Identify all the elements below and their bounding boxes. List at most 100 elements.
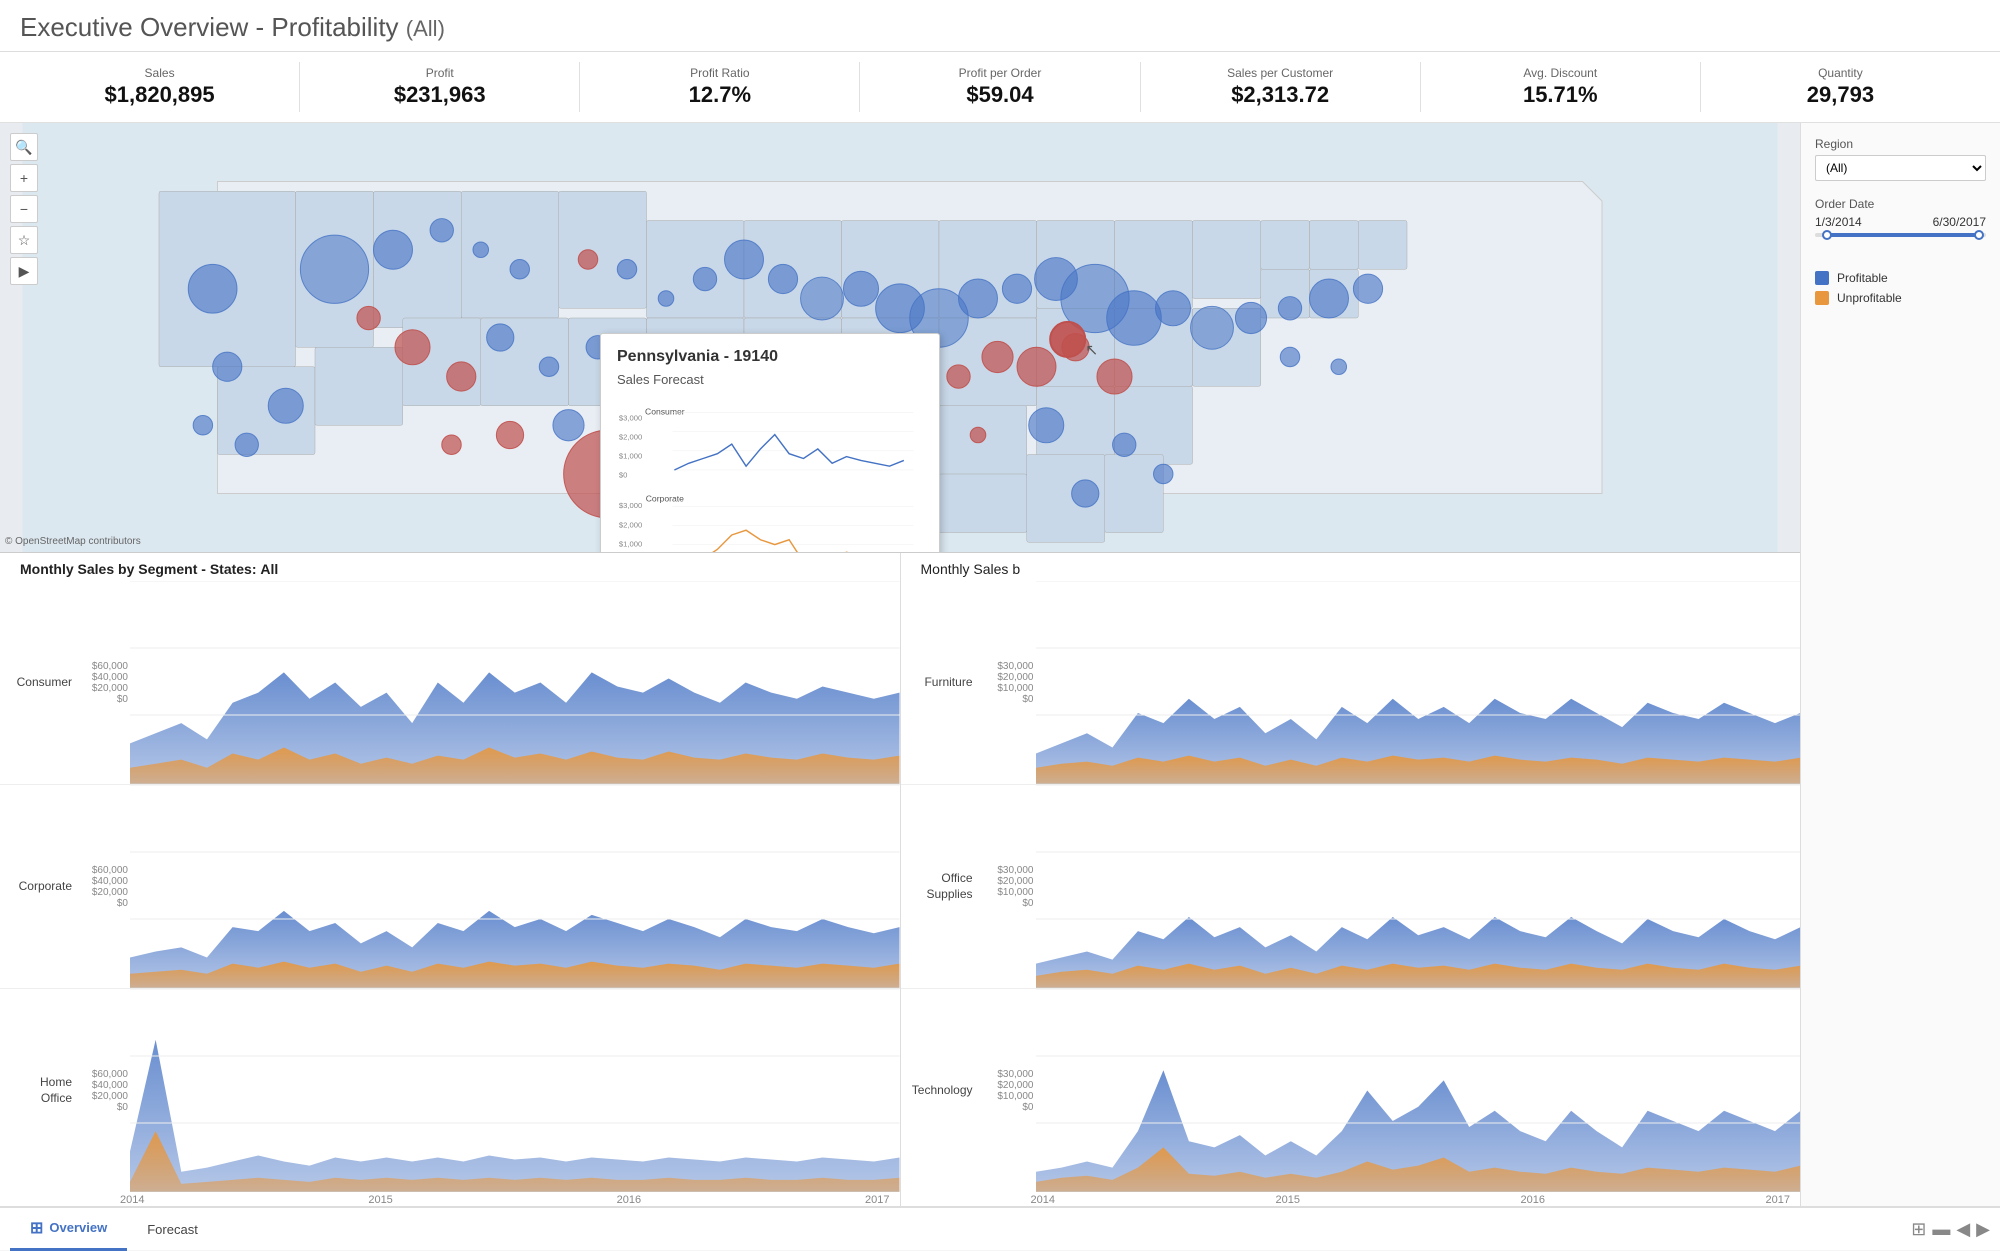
- kpi-avg-discount: Avg. Discount 15.71%: [1421, 62, 1701, 112]
- kpi-ppo-value: $59.04: [870, 82, 1129, 108]
- tab-bar: ⊞ Overview Forecast ⊞ ▬ ◀ ▶: [0, 1206, 2000, 1250]
- home-office-chart: [130, 989, 900, 1192]
- slider-fill: [1824, 233, 1978, 237]
- kpi-ad-label: Avg. Discount: [1431, 66, 1690, 80]
- kpi-sales-value: $1,820,895: [30, 82, 289, 108]
- page: Executive Overview - Profitability (All)…: [0, 0, 2000, 1250]
- profitable-icon: [1815, 271, 1829, 285]
- zoom-out-button[interactable]: −: [10, 195, 38, 223]
- filter-panel: Region (All) Order Date 1/3/2014 6/30/20…: [1800, 123, 2000, 1206]
- office-supplies-chart: [1036, 785, 1801, 988]
- map-area[interactable]: 🔍 + − ☆ ▶: [0, 123, 1800, 553]
- svg-text:↖: ↖: [1085, 342, 1098, 359]
- kpi-ppo-label: Profit per Order: [870, 66, 1129, 80]
- segment-chart-title: Monthly Sales by Segment - States: All: [0, 553, 900, 581]
- forward-icon[interactable]: ▶: [1976, 1219, 1990, 1240]
- kpi-profit-label: Profit: [310, 66, 569, 80]
- grid-icon[interactable]: ⊞: [1911, 1219, 1926, 1240]
- map-attribution: © OpenStreetMap contributors: [5, 536, 141, 547]
- segment-chart-rows: Consumer $60,000$40,000$20,000$0: [0, 581, 900, 1192]
- kpi-spc-value: $2,313.72: [1151, 82, 1410, 108]
- page-title: Executive Overview - Profitability (All): [20, 12, 1980, 43]
- tooltip-title: Pennsylvania - 19140: [617, 348, 923, 366]
- map-controls: 🔍 + − ☆ ▶: [10, 133, 38, 285]
- svg-text:$0: $0: [619, 471, 628, 480]
- unprofitable-label: Unprofitable: [1837, 291, 1902, 305]
- tooltip-chart: Consumer $3,000 $2,000 $1,000 $0 Corpora…: [617, 395, 923, 553]
- corporate-chart-row: Corporate $60,000$40,000$20,000$0: [0, 785, 900, 989]
- kpi-sales-per-customer: Sales per Customer $2,313.72: [1141, 62, 1421, 112]
- segment-title-bold: All: [260, 561, 278, 577]
- furniture-chart: [1036, 581, 1801, 784]
- monthly-sales-category: Monthly Sales b Furniture $30,000$20,000…: [901, 553, 1801, 1206]
- date-end: 6/30/2017: [1933, 215, 1986, 229]
- tab-forecast[interactable]: Forecast: [127, 1212, 218, 1247]
- kpi-sales-label: Sales: [30, 66, 289, 80]
- kpi-profit-ratio: Profit Ratio 12.7%: [580, 62, 860, 112]
- kpi-sales: Sales $1,820,895: [20, 62, 300, 112]
- legend-unprofitable: Unprofitable: [1815, 291, 1986, 305]
- legend-profitable: Profitable: [1815, 271, 1986, 285]
- left-section: 🔍 + − ☆ ▶: [0, 123, 1800, 1206]
- segment-title-text: Monthly Sales by Segment - States:: [20, 561, 257, 577]
- slider-left-thumb[interactable]: [1822, 230, 1832, 240]
- bottom-charts: Monthly Sales by Segment - States: All C…: [0, 553, 1800, 1206]
- list-icon[interactable]: ▬: [1932, 1219, 1950, 1240]
- kpi-profit-ratio-label: Profit Ratio: [590, 66, 849, 80]
- date-filter: Order Date 1/3/2014 6/30/2017: [1815, 197, 1986, 247]
- office-supplies-chart-row: Office Supplies $30,000$20,000$10,000$0: [901, 785, 1801, 989]
- monthly-sales-segment: Monthly Sales by Segment - States: All C…: [0, 553, 901, 1206]
- furniture-label: Furniture: [911, 675, 981, 691]
- date-range-display: 1/3/2014 6/30/2017: [1815, 215, 1986, 229]
- tab-overview[interactable]: ⊞ Overview: [10, 1208, 127, 1251]
- svg-text:$2,000: $2,000: [619, 520, 642, 529]
- kpi-profit-per-order: Profit per Order $59.04: [860, 62, 1140, 112]
- region-select[interactable]: (All): [1815, 155, 1986, 181]
- kpi-spc-label: Sales per Customer: [1151, 66, 1410, 80]
- unprofitable-icon: [1815, 291, 1829, 305]
- back-icon[interactable]: ◀: [1956, 1219, 1970, 1240]
- svg-text:$1,000: $1,000: [619, 452, 642, 461]
- technology-label: Technology: [911, 1083, 981, 1099]
- kpi-ad-value: 15.71%: [1431, 82, 1690, 108]
- tooltip-subtitle: Sales Forecast: [617, 372, 923, 387]
- tab-bar-actions: ⊞ ▬ ◀ ▶: [1911, 1219, 1990, 1240]
- play-button[interactable]: ▶: [10, 257, 38, 285]
- kpi-profit: Profit $231,963: [300, 62, 580, 112]
- svg-text:$2,000: $2,000: [619, 432, 642, 441]
- svg-text:Corporate: Corporate: [646, 494, 684, 504]
- category-chart-title: Monthly Sales b: [901, 553, 1801, 581]
- svg-text:$1,000: $1,000: [619, 539, 642, 548]
- kpi-quantity: Quantity 29,793: [1701, 62, 1980, 112]
- corporate-chart: [130, 785, 900, 988]
- consumer-label: Consumer: [10, 675, 80, 691]
- office-supplies-label: Office Supplies: [911, 871, 981, 902]
- kpi-qty-label: Quantity: [1711, 66, 1970, 80]
- category-chart-rows: Furniture $30,000$20,000$10,000$0: [901, 581, 1801, 1192]
- kpi-qty-value: 29,793: [1711, 82, 1970, 108]
- forecast-tab-label: Forecast: [147, 1222, 198, 1237]
- technology-chart: [1036, 989, 1801, 1192]
- svg-text:Consumer: Consumer: [645, 407, 685, 417]
- star-button[interactable]: ☆: [10, 226, 38, 254]
- order-date-label: Order Date: [1815, 197, 1986, 211]
- zoom-in-button[interactable]: +: [10, 164, 38, 192]
- kpi-profit-ratio-value: 12.7%: [590, 82, 849, 108]
- legend: Profitable Unprofitable: [1815, 271, 1986, 311]
- consumer-chart: [130, 581, 900, 784]
- search-button[interactable]: 🔍: [10, 133, 38, 161]
- slider-right-thumb[interactable]: [1974, 230, 1984, 240]
- title-subtitle: (All): [406, 16, 445, 41]
- profitable-label: Profitable: [1837, 271, 1888, 285]
- svg-text:$3,000: $3,000: [619, 501, 642, 510]
- overview-icon: ⊞: [30, 1218, 43, 1238]
- corporate-label: Corporate: [10, 879, 80, 895]
- svg-text:$3,000: $3,000: [619, 413, 642, 422]
- kpi-profit-value: $231,963: [310, 82, 569, 108]
- home-office-label: Home Office: [10, 1075, 80, 1106]
- furniture-chart-row: Furniture $30,000$20,000$10,000$0: [901, 581, 1801, 785]
- region-filter: Region (All): [1815, 137, 1986, 181]
- home-office-chart-row: Home Office $60,000$40,000$20,000$0: [0, 989, 900, 1192]
- date-slider[interactable]: [1815, 233, 1986, 237]
- header: Executive Overview - Profitability (All): [0, 0, 2000, 52]
